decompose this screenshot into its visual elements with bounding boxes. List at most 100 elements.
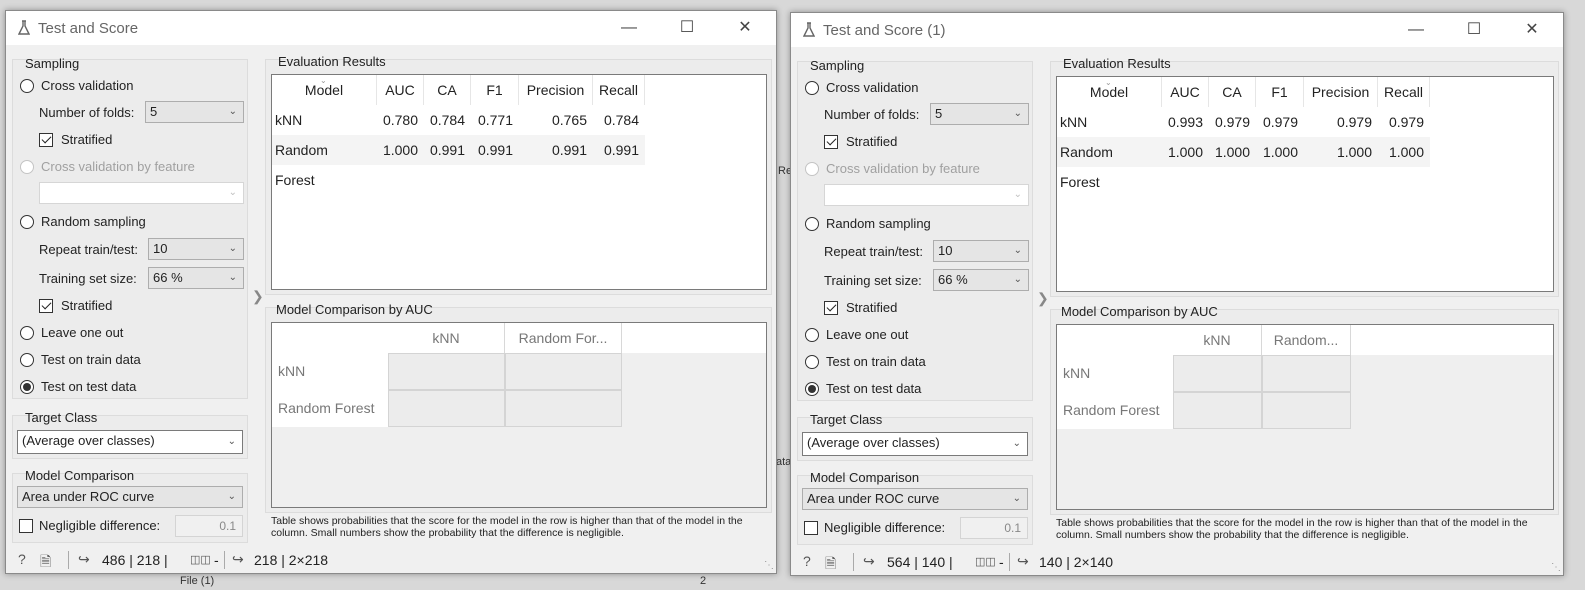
report-icon[interactable]: 🗎 bbox=[40, 551, 51, 575]
repeat-combo[interactable]: 10 ⌄ bbox=[933, 240, 1029, 262]
window-title: Test and Score (1) bbox=[823, 22, 946, 39]
negligible-spinbox[interactable]: 0.1 bbox=[960, 517, 1028, 539]
comparison-col-header: kNN bbox=[388, 323, 505, 353]
folds-combo[interactable]: 5 ⌄ bbox=[145, 101, 244, 123]
test-on-test-radio[interactable] bbox=[805, 382, 819, 396]
status-bar: ? 🗎 ↪ 564 | 140 | ◫◫ - ↪ 140 | 2×140 ⋱ bbox=[791, 549, 1563, 575]
leave-one-out-radio[interactable] bbox=[20, 326, 34, 340]
minimize-button[interactable]: — bbox=[606, 13, 652, 43]
model-comparison-title: Model Comparison bbox=[25, 468, 135, 483]
help-icon[interactable]: ? bbox=[803, 553, 811, 569]
comparison-cell bbox=[1173, 392, 1262, 429]
cell-recall: 0.991 bbox=[603, 142, 639, 158]
negligible-checkbox[interactable] bbox=[804, 521, 818, 535]
column-header-ca[interactable]: CA bbox=[1209, 77, 1256, 107]
comparison-cell bbox=[388, 353, 505, 390]
repeat-combo[interactable]: 10 ⌄ bbox=[148, 238, 244, 260]
column-header-model[interactable]: ⌄ Model bbox=[272, 75, 377, 105]
model-comparison-table[interactable]: kNN Random... kNN Random Forest bbox=[1056, 324, 1554, 510]
column-header-auc[interactable]: AUC bbox=[1162, 77, 1209, 107]
comparison-note: Table shows probabilities that the score… bbox=[1056, 517, 1528, 541]
target-class-combo[interactable]: (Average over classes) ⌄ bbox=[17, 430, 243, 454]
resize-grip-icon[interactable]: ⋱ bbox=[1551, 562, 1561, 573]
report-icon[interactable]: 🗎 bbox=[825, 553, 836, 577]
column-header-recall[interactable]: Recall bbox=[1378, 77, 1430, 107]
target-class-group: Target Class (Average over classes) ⌄ bbox=[797, 412, 1033, 461]
comparison-row-header: kNN bbox=[1057, 355, 1173, 392]
help-icon[interactable]: ? bbox=[18, 551, 26, 567]
evaluation-results-table[interactable]: ⌄ Model AUC CA F1 Precision Recall kNN 0.… bbox=[271, 74, 767, 290]
stratified2-checkbox[interactable] bbox=[824, 301, 838, 315]
test-on-test-label: Test on test data bbox=[41, 379, 137, 394]
cell-recall: 1.000 bbox=[1388, 144, 1424, 160]
cell-auc: 0.993 bbox=[1167, 114, 1203, 130]
model-comparison-table[interactable]: kNN Random For... kNN Random Forest bbox=[271, 322, 767, 508]
table-row[interactable]: kNN 0.993 0.979 0.979 0.979 0.979 bbox=[1057, 107, 1430, 137]
cross-validation-radio[interactable] bbox=[20, 79, 34, 93]
evaluation-results-table[interactable]: ⌄ Model AUC CA F1 Precision Recall kNN 0.… bbox=[1056, 76, 1554, 292]
cv-by-feature-radio[interactable] bbox=[20, 160, 34, 174]
comparison-metric-combo[interactable]: Area under ROC curve ⌄ bbox=[17, 486, 243, 508]
title-bar[interactable]: Test and Score (1) — ☐ ✕ bbox=[791, 13, 1563, 47]
column-header-auc[interactable]: AUC bbox=[377, 75, 424, 105]
cell-precision: 0.991 bbox=[551, 142, 587, 158]
close-button[interactable]: ✕ bbox=[722, 13, 768, 43]
feature-combo[interactable]: ⌄ bbox=[39, 182, 244, 204]
test-on-test-radio[interactable] bbox=[20, 380, 34, 394]
column-header-f1[interactable]: F1 bbox=[471, 75, 519, 105]
cell-precision: 1.000 bbox=[1336, 144, 1372, 160]
comparison-cell bbox=[1262, 392, 1351, 429]
random-sampling-label: Random sampling bbox=[826, 216, 931, 231]
cv-by-feature-radio[interactable] bbox=[805, 162, 819, 176]
separator bbox=[1009, 553, 1010, 571]
test-on-train-radio[interactable] bbox=[20, 353, 34, 367]
folds-label: Number of folds: bbox=[824, 107, 920, 122]
resize-grip-icon[interactable]: ⋱ bbox=[764, 560, 774, 571]
train-size-combo[interactable]: 66 % ⌄ bbox=[933, 269, 1029, 291]
negligible-checkbox[interactable] bbox=[19, 519, 33, 533]
input-summary: 486 | 218 | bbox=[102, 552, 168, 568]
target-class-title: Target Class bbox=[810, 412, 883, 427]
column-header-recall[interactable]: Recall bbox=[593, 75, 645, 105]
comparison-metric-combo[interactable]: Area under ROC curve ⌄ bbox=[802, 488, 1028, 510]
leave-one-out-radio[interactable] bbox=[805, 328, 819, 342]
collapse-panel-icon[interactable]: ❯ bbox=[1037, 290, 1049, 307]
maximize-button[interactable]: ☐ bbox=[664, 13, 710, 43]
feature-combo[interactable]: ⌄ bbox=[824, 184, 1029, 206]
column-header-f1[interactable]: F1 bbox=[1256, 77, 1304, 107]
stratified-checkbox[interactable] bbox=[824, 135, 838, 149]
column-header-ca[interactable]: CA bbox=[424, 75, 471, 105]
negligible-label: Negligible difference: bbox=[39, 518, 161, 533]
cell-f1: 1.000 bbox=[1262, 144, 1298, 160]
column-header-precision[interactable]: Precision bbox=[519, 75, 593, 105]
stratified-label: Stratified bbox=[61, 132, 113, 147]
maximize-button[interactable]: ☐ bbox=[1451, 15, 1497, 45]
target-class-combo[interactable]: (Average over classes) ⌄ bbox=[802, 432, 1028, 456]
canvas-link-label: ata bbox=[776, 456, 792, 468]
close-button[interactable]: ✕ bbox=[1509, 15, 1555, 45]
folds-label: Number of folds: bbox=[39, 105, 135, 120]
cross-validation-radio[interactable] bbox=[805, 81, 819, 95]
chevron-down-icon: ⌄ bbox=[1012, 438, 1021, 449]
stratified2-checkbox[interactable] bbox=[39, 299, 53, 313]
column-header-model[interactable]: ⌄ Model bbox=[1057, 77, 1162, 107]
cell-ca: 0.991 bbox=[429, 142, 465, 158]
minimize-button[interactable]: — bbox=[1393, 15, 1439, 45]
chevron-down-icon: ⌄ bbox=[228, 272, 237, 283]
test-on-train-radio[interactable] bbox=[805, 355, 819, 369]
train-size-combo[interactable]: 66 % ⌄ bbox=[148, 267, 244, 289]
table-row[interactable]: Random Forest 1.000 1.000 1.000 1.000 1.… bbox=[1057, 137, 1430, 190]
stratified-checkbox[interactable] bbox=[39, 133, 53, 147]
table-row[interactable]: kNN 0.780 0.784 0.771 0.765 0.784 bbox=[272, 105, 645, 135]
negligible-spinbox[interactable]: 0.1 bbox=[175, 515, 243, 537]
folds-combo[interactable]: 5 ⌄ bbox=[930, 103, 1029, 125]
random-sampling-radio[interactable] bbox=[20, 215, 34, 229]
target-class-group: Target Class (Average over classes) ⌄ bbox=[12, 410, 248, 459]
table-row[interactable]: Random Forest 1.000 0.991 0.991 0.991 0.… bbox=[272, 135, 645, 188]
test-and-score-window: Test and Score (1) — ☐ ✕ Sampling Cross … bbox=[790, 12, 1564, 576]
cell-ca: 0.784 bbox=[429, 112, 465, 128]
column-header-precision[interactable]: Precision bbox=[1304, 77, 1378, 107]
random-sampling-radio[interactable] bbox=[805, 217, 819, 231]
title-bar[interactable]: Test and Score — ☐ ✕ bbox=[6, 11, 776, 45]
collapse-panel-icon[interactable]: ❯ bbox=[252, 288, 264, 305]
